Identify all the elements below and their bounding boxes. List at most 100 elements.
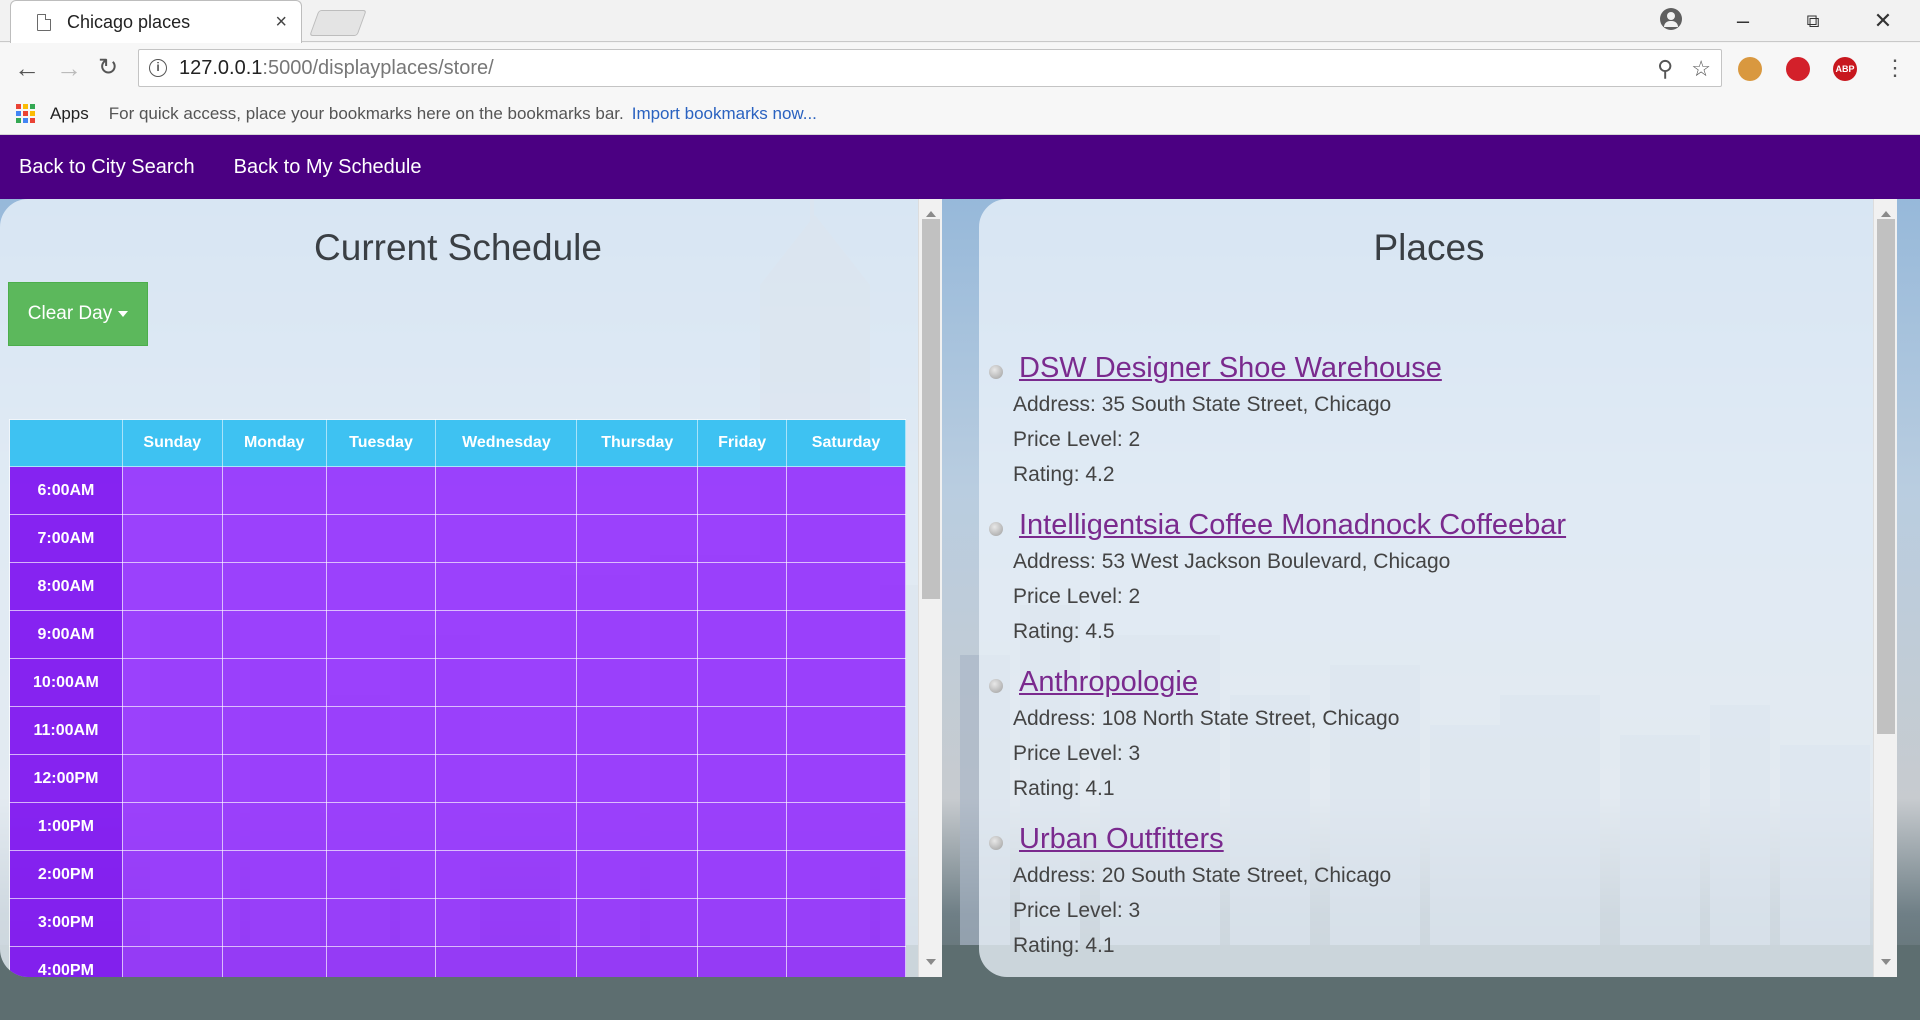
radio-bullet-icon[interactable]	[989, 679, 1003, 693]
schedule-cell[interactable]	[121, 946, 223, 977]
schedule-cell[interactable]	[121, 802, 223, 851]
schedule-cell[interactable]	[325, 802, 437, 851]
restore-icon[interactable]: ⧉	[1790, 6, 1836, 36]
schedule-cell[interactable]	[786, 466, 906, 515]
schedule-cell[interactable]	[697, 514, 788, 563]
schedule-cell[interactable]	[325, 658, 437, 707]
schedule-cell[interactable]	[325, 610, 437, 659]
schedule-cell[interactable]	[576, 706, 699, 755]
radio-bullet-icon[interactable]	[989, 836, 1003, 850]
schedule-cell[interactable]	[435, 946, 578, 977]
profile-icon[interactable]	[1660, 8, 1682, 30]
places-scrollbar[interactable]	[1873, 199, 1897, 977]
schedule-scrollbar[interactable]	[918, 199, 942, 977]
schedule-cell[interactable]	[697, 898, 788, 947]
schedule-cell[interactable]	[786, 514, 906, 563]
schedule-cell[interactable]	[576, 946, 699, 977]
schedule-cell[interactable]	[435, 658, 578, 707]
schedule-cell[interactable]	[435, 562, 578, 611]
schedule-cell[interactable]	[121, 514, 223, 563]
radio-bullet-icon[interactable]	[989, 365, 1003, 379]
shield-extension-icon[interactable]	[1786, 57, 1810, 81]
schedule-cell[interactable]	[697, 754, 788, 803]
schedule-cell[interactable]	[121, 658, 223, 707]
schedule-cell[interactable]	[786, 754, 906, 803]
scroll-up-arrow-icon[interactable]	[926, 211, 936, 217]
schedule-cell[interactable]	[221, 658, 327, 707]
schedule-cell[interactable]	[786, 898, 906, 947]
schedule-cell[interactable]	[786, 658, 906, 707]
back-to-my-schedule-link[interactable]: Back to My Schedule	[234, 156, 422, 179]
schedule-cell[interactable]	[576, 898, 699, 947]
schedule-cell[interactable]	[576, 754, 699, 803]
back-arrow-icon[interactable]: ←	[14, 53, 40, 83]
schedule-cell[interactable]	[221, 706, 327, 755]
scroll-down-arrow-icon[interactable]	[926, 959, 936, 965]
schedule-cell[interactable]	[435, 610, 578, 659]
schedule-cell[interactable]	[325, 946, 437, 977]
place-name-link[interactable]: Intelligentsia Coffee Monadnock Coffeeba…	[1019, 506, 1867, 544]
scroll-thumb[interactable]	[922, 219, 940, 599]
scroll-thumb[interactable]	[1877, 219, 1895, 734]
cookie-extension-icon[interactable]	[1738, 57, 1762, 81]
schedule-cell[interactable]	[697, 562, 788, 611]
schedule-cell[interactable]	[435, 754, 578, 803]
browser-tab[interactable]: Chicago places ×	[10, 0, 302, 43]
schedule-cell[interactable]	[786, 562, 906, 611]
apps-label[interactable]: Apps	[50, 104, 89, 124]
close-window-icon[interactable]: ✕	[1860, 6, 1906, 36]
minimize-icon[interactable]: –	[1720, 6, 1766, 36]
bookmark-star-icon[interactable]: ☆	[1691, 56, 1711, 82]
scroll-up-arrow-icon[interactable]	[1881, 211, 1891, 217]
tab-close-icon[interactable]: ×	[275, 11, 287, 34]
zoom-icon[interactable]: ⚲	[1657, 56, 1673, 82]
schedule-cell[interactable]	[697, 658, 788, 707]
schedule-cell[interactable]	[121, 562, 223, 611]
schedule-cell[interactable]	[576, 610, 699, 659]
schedule-cell[interactable]	[435, 898, 578, 947]
schedule-cell[interactable]	[121, 754, 223, 803]
schedule-cell[interactable]	[325, 850, 437, 899]
schedule-cell[interactable]	[325, 898, 437, 947]
schedule-cell[interactable]	[435, 802, 578, 851]
schedule-cell[interactable]	[576, 562, 699, 611]
schedule-cell[interactable]	[221, 514, 327, 563]
schedule-cell[interactable]	[325, 562, 437, 611]
schedule-cell[interactable]	[786, 610, 906, 659]
schedule-cell[interactable]	[786, 802, 906, 851]
schedule-cell[interactable]	[121, 850, 223, 899]
new-tab-button[interactable]	[309, 10, 367, 36]
schedule-cell[interactable]	[221, 850, 327, 899]
forward-arrow-icon[interactable]: →	[56, 53, 82, 83]
schedule-cell[interactable]	[435, 514, 578, 563]
schedule-cell[interactable]	[121, 610, 223, 659]
schedule-cell[interactable]	[697, 850, 788, 899]
schedule-cell[interactable]	[221, 802, 327, 851]
schedule-cell[interactable]	[576, 466, 699, 515]
schedule-cell[interactable]	[325, 754, 437, 803]
scroll-down-arrow-icon[interactable]	[1881, 959, 1891, 965]
schedule-cell[interactable]	[325, 514, 437, 563]
menu-dots-icon[interactable]: ⋮	[1884, 53, 1906, 83]
schedule-cell[interactable]	[325, 706, 437, 755]
schedule-cell[interactable]	[697, 610, 788, 659]
schedule-cell[interactable]	[221, 466, 327, 515]
schedule-cell[interactable]	[786, 946, 906, 977]
schedule-cell[interactable]	[221, 754, 327, 803]
import-bookmarks-link[interactable]: Import bookmarks now...	[632, 104, 817, 124]
adblock-extension-icon[interactable]: ABP	[1833, 57, 1857, 81]
schedule-cell[interactable]	[221, 898, 327, 947]
schedule-cell[interactable]	[697, 946, 788, 977]
back-to-city-search-link[interactable]: Back to City Search	[19, 156, 195, 179]
schedule-cell[interactable]	[786, 706, 906, 755]
reload-icon[interactable]: ↻	[98, 53, 118, 83]
address-bar[interactable]: i 127.0.0.1:5000/displayplaces/store/ ⚲ …	[138, 49, 1722, 87]
apps-grid-icon[interactable]	[16, 103, 36, 124]
schedule-cell[interactable]	[435, 850, 578, 899]
place-name-link[interactable]: Urban Outfitters	[1019, 820, 1867, 858]
schedule-cell[interactable]	[221, 946, 327, 977]
schedule-cell[interactable]	[221, 610, 327, 659]
schedule-cell[interactable]	[435, 466, 578, 515]
schedule-cell[interactable]	[325, 466, 437, 515]
schedule-cell[interactable]	[435, 706, 578, 755]
